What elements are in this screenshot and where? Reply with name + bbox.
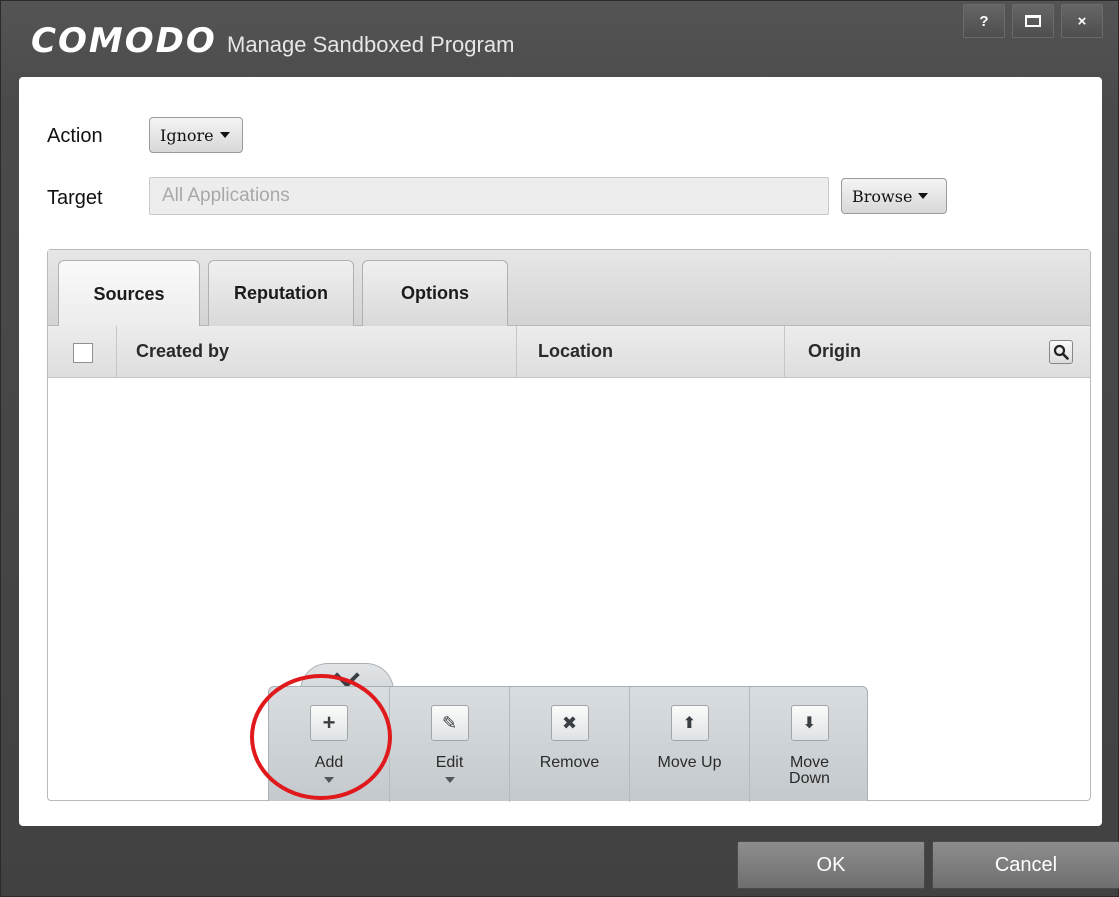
column-location[interactable]: Location xyxy=(538,341,613,362)
select-all-checkbox[interactable] xyxy=(73,343,93,363)
remove-button[interactable]: ✖ Remove xyxy=(509,687,629,802)
search-icon xyxy=(1053,344,1069,360)
arrow-up-icon: ⬆ xyxy=(670,705,709,741)
dialog-title: Manage Sandboxed Program xyxy=(227,32,515,57)
column-created-by[interactable]: Created by xyxy=(136,341,229,362)
column-divider[interactable] xyxy=(516,326,517,377)
move-up-button[interactable]: ⬆ Move Up xyxy=(629,687,749,802)
tab-sources[interactable]: Sources xyxy=(58,260,200,327)
maximize-icon xyxy=(1025,15,1041,27)
close-button[interactable]: × xyxy=(1061,4,1103,38)
browse-dropdown[interactable]: Browse xyxy=(841,178,947,214)
target-label: Target xyxy=(47,187,103,209)
action-label: Action xyxy=(47,125,103,147)
maximize-button[interactable] xyxy=(1012,4,1054,38)
column-divider xyxy=(116,326,117,377)
table-header: Created by Location Origin xyxy=(48,326,1090,378)
move-down-button[interactable]: ⬇ Move Down xyxy=(749,687,869,802)
main-panel: Action Ignore Target All Applications Br… xyxy=(19,77,1102,826)
tab-bar: Sources Reputation Options xyxy=(48,250,1090,327)
remove-label: Remove xyxy=(539,754,600,771)
comodo-logo: COMODO xyxy=(31,21,217,61)
edit-button[interactable]: ✎ Edit xyxy=(389,687,509,802)
help-icon: ? xyxy=(979,12,989,30)
move-down-label: Move Down xyxy=(789,754,830,787)
x-icon: ✖ xyxy=(550,705,589,741)
browse-label: Browse xyxy=(852,186,913,206)
action-dropdown[interactable]: Ignore xyxy=(149,117,243,153)
arrow-down-icon: ⬇ xyxy=(790,705,829,741)
dialog-window: COMODO Manage Sandboxed Program ? × Acti… xyxy=(0,0,1119,897)
edit-label: Edit xyxy=(435,754,464,771)
tab-options[interactable]: Options xyxy=(362,260,508,326)
chevron-down-icon xyxy=(444,777,455,783)
close-icon: × xyxy=(1077,12,1087,30)
action-value: Ignore xyxy=(160,125,214,145)
target-field[interactable]: All Applications xyxy=(149,177,829,215)
cancel-button[interactable]: Cancel xyxy=(932,841,1119,889)
ok-button[interactable]: OK xyxy=(737,841,925,889)
pencil-icon: ✎ xyxy=(430,705,469,741)
chevron-down-icon xyxy=(918,193,929,199)
move-up-label: Move Up xyxy=(657,754,722,771)
highlight-annotation xyxy=(250,674,392,800)
title-bar: COMODO Manage Sandboxed Program ? × xyxy=(1,1,1118,77)
tab-reputation[interactable]: Reputation xyxy=(208,260,354,326)
help-button[interactable]: ? xyxy=(963,4,1005,38)
tab-panel: Sources Reputation Options Created by Lo… xyxy=(47,249,1091,802)
column-origin[interactable]: Origin xyxy=(808,341,861,362)
search-button[interactable] xyxy=(1049,340,1073,364)
column-divider[interactable] xyxy=(784,326,785,377)
chevron-down-icon xyxy=(219,132,230,138)
